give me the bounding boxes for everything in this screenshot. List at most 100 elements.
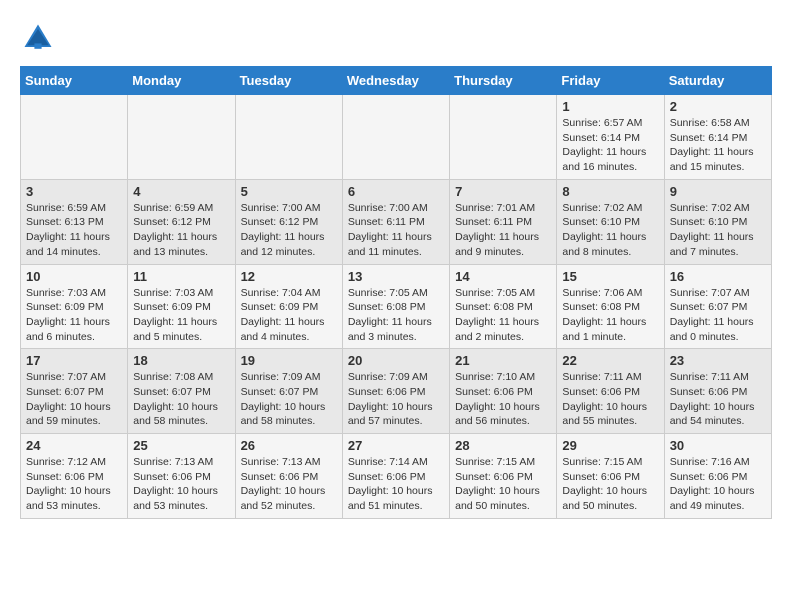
day-number: 6 — [348, 184, 444, 199]
day-number: 9 — [670, 184, 766, 199]
weekday-header-thursday: Thursday — [450, 67, 557, 95]
calendar-day-cell: 6 Sunrise: 7:00 AM Sunset: 6:11 PM Daylig… — [342, 179, 449, 264]
weekday-header-monday: Monday — [128, 67, 235, 95]
day-info: Sunrise: 7:14 AM Sunset: 6:06 PM Dayligh… — [348, 455, 444, 514]
day-number: 25 — [133, 438, 229, 453]
page-header — [20, 20, 772, 56]
weekday-header-saturday: Saturday — [664, 67, 771, 95]
day-number: 8 — [562, 184, 658, 199]
calendar-day-cell: 21Sunrise: 7:10 AM Sunset: 6:06 PM Dayli… — [450, 349, 557, 434]
day-info: Sunrise: 6:59 AM Sunset: 6:12 PM Dayligh… — [133, 201, 229, 260]
calendar-table: SundayMondayTuesdayWednesdayThursdayFrid… — [20, 66, 772, 519]
calendar-day-cell: 12 Sunrise: 7:04 AM Sunset: 6:09 PM Dayli… — [235, 264, 342, 349]
calendar-header-row: SundayMondayTuesdayWednesdayThursdayFrid… — [21, 67, 772, 95]
day-info: Sunrise: 7:06 AM Sunset: 6:08 PM Dayligh… — [562, 286, 658, 345]
day-info: Sunrise: 6:59 AM Sunset: 6:13 PM Dayligh… — [26, 201, 122, 260]
calendar-week-row: 24 Sunrise: 7:12 AM Sunset: 6:06 PM Dayli… — [21, 434, 772, 519]
day-number: 10 — [26, 269, 122, 284]
day-number: 12 — [241, 269, 337, 284]
weekday-header-tuesday: Tuesday — [235, 67, 342, 95]
day-info: Sunrise: 7:03 AM Sunset: 6:09 PM Dayligh… — [26, 286, 122, 345]
day-number: 22 — [562, 353, 658, 368]
calendar-week-row: 17Sunrise: 7:07 AM Sunset: 6:07 PM Dayli… — [21, 349, 772, 434]
day-number: 5 — [241, 184, 337, 199]
calendar-day-cell: 27 Sunrise: 7:14 AM Sunset: 6:06 PM Dayli… — [342, 434, 449, 519]
calendar-day-cell: 18 Sunrise: 7:08 AM Sunset: 6:07 PM Dayli… — [128, 349, 235, 434]
calendar-day-cell: 25 Sunrise: 7:13 AM Sunset: 6:06 PM Dayli… — [128, 434, 235, 519]
calendar-day-cell: 9 Sunrise: 7:02 AM Sunset: 6:10 PM Daylig… — [664, 179, 771, 264]
day-info: Sunrise: 7:10 AM Sunset: 6:06 PM Dayligh… — [455, 370, 551, 429]
day-number: 14 — [455, 269, 551, 284]
day-info: Sunrise: 7:09 AM Sunset: 6:07 PM Dayligh… — [241, 370, 337, 429]
day-number: 16 — [670, 269, 766, 284]
weekday-header-sunday: Sunday — [21, 67, 128, 95]
day-info: Sunrise: 7:07 AM Sunset: 6:07 PM Dayligh… — [670, 286, 766, 345]
day-info: Sunrise: 7:04 AM Sunset: 6:09 PM Dayligh… — [241, 286, 337, 345]
logo-icon — [20, 20, 56, 56]
calendar-week-row: 1 Sunrise: 6:57 AM Sunset: 6:14 PM Daylig… — [21, 95, 772, 180]
weekday-header-friday: Friday — [557, 67, 664, 95]
calendar-day-cell: 15 Sunrise: 7:06 AM Sunset: 6:08 PM Dayli… — [557, 264, 664, 349]
calendar-day-cell: 29Sunrise: 7:15 AM Sunset: 6:06 PM Dayli… — [557, 434, 664, 519]
day-info: Sunrise: 7:07 AM Sunset: 6:07 PM Dayligh… — [26, 370, 122, 429]
calendar-day-cell: 28 Sunrise: 7:15 AM Sunset: 6:06 PM Dayli… — [450, 434, 557, 519]
calendar-day-cell: 7Sunrise: 7:01 AM Sunset: 6:11 PM Daylig… — [450, 179, 557, 264]
day-number: 28 — [455, 438, 551, 453]
day-number: 13 — [348, 269, 444, 284]
calendar-day-cell: 20 Sunrise: 7:09 AM Sunset: 6:06 PM Dayli… — [342, 349, 449, 434]
day-info: Sunrise: 7:02 AM Sunset: 6:10 PM Dayligh… — [670, 201, 766, 260]
day-info: Sunrise: 7:11 AM Sunset: 6:06 PM Dayligh… — [670, 370, 766, 429]
day-info: Sunrise: 6:57 AM Sunset: 6:14 PM Dayligh… — [562, 116, 658, 175]
logo — [20, 20, 60, 56]
day-info: Sunrise: 7:16 AM Sunset: 6:06 PM Dayligh… — [670, 455, 766, 514]
calendar-day-cell: 19 Sunrise: 7:09 AM Sunset: 6:07 PM Dayli… — [235, 349, 342, 434]
calendar-day-cell — [235, 95, 342, 180]
day-number: 30 — [670, 438, 766, 453]
calendar-day-cell: 8 Sunrise: 7:02 AM Sunset: 6:10 PM Daylig… — [557, 179, 664, 264]
calendar-day-cell: 4 Sunrise: 6:59 AM Sunset: 6:12 PM Daylig… — [128, 179, 235, 264]
calendar-day-cell: 10 Sunrise: 7:03 AM Sunset: 6:09 PM Dayli… — [21, 264, 128, 349]
day-number: 24 — [26, 438, 122, 453]
day-info: Sunrise: 7:05 AM Sunset: 6:08 PM Dayligh… — [348, 286, 444, 345]
calendar-day-cell: 16 Sunrise: 7:07 AM Sunset: 6:07 PM Dayli… — [664, 264, 771, 349]
day-info: Sunrise: 7:05 AM Sunset: 6:08 PM Dayligh… — [455, 286, 551, 345]
day-info: Sunrise: 7:00 AM Sunset: 6:11 PM Dayligh… — [348, 201, 444, 260]
calendar-day-cell — [450, 95, 557, 180]
calendar-day-cell: 14 Sunrise: 7:05 AM Sunset: 6:08 PM Dayli… — [450, 264, 557, 349]
calendar-day-cell: 13 Sunrise: 7:05 AM Sunset: 6:08 PM Dayli… — [342, 264, 449, 349]
calendar-day-cell: 26 Sunrise: 7:13 AM Sunset: 6:06 PM Dayli… — [235, 434, 342, 519]
day-number: 20 — [348, 353, 444, 368]
calendar-week-row: 3 Sunrise: 6:59 AM Sunset: 6:13 PM Daylig… — [21, 179, 772, 264]
day-info: Sunrise: 6:58 AM Sunset: 6:14 PM Dayligh… — [670, 116, 766, 175]
day-info: Sunrise: 7:09 AM Sunset: 6:06 PM Dayligh… — [348, 370, 444, 429]
day-number: 3 — [26, 184, 122, 199]
calendar-day-cell: 17Sunrise: 7:07 AM Sunset: 6:07 PM Dayli… — [21, 349, 128, 434]
calendar-day-cell: 2 Sunrise: 6:58 AM Sunset: 6:14 PM Daylig… — [664, 95, 771, 180]
day-info: Sunrise: 7:15 AM Sunset: 6:06 PM Dayligh… — [455, 455, 551, 514]
day-number: 4 — [133, 184, 229, 199]
day-number: 15 — [562, 269, 658, 284]
day-number: 2 — [670, 99, 766, 114]
day-info: Sunrise: 7:13 AM Sunset: 6:06 PM Dayligh… — [241, 455, 337, 514]
day-number: 18 — [133, 353, 229, 368]
day-info: Sunrise: 7:13 AM Sunset: 6:06 PM Dayligh… — [133, 455, 229, 514]
weekday-header-wednesday: Wednesday — [342, 67, 449, 95]
calendar-day-cell: 30 Sunrise: 7:16 AM Sunset: 6:06 PM Dayli… — [664, 434, 771, 519]
calendar-day-cell: 5Sunrise: 7:00 AM Sunset: 6:12 PM Daylig… — [235, 179, 342, 264]
calendar-day-cell: 22Sunrise: 7:11 AM Sunset: 6:06 PM Dayli… — [557, 349, 664, 434]
day-number: 27 — [348, 438, 444, 453]
day-info: Sunrise: 7:15 AM Sunset: 6:06 PM Dayligh… — [562, 455, 658, 514]
day-number: 19 — [241, 353, 337, 368]
calendar-day-cell: 24 Sunrise: 7:12 AM Sunset: 6:06 PM Dayli… — [21, 434, 128, 519]
calendar-day-cell: 3 Sunrise: 6:59 AM Sunset: 6:13 PM Daylig… — [21, 179, 128, 264]
day-info: Sunrise: 7:08 AM Sunset: 6:07 PM Dayligh… — [133, 370, 229, 429]
day-info: Sunrise: 7:01 AM Sunset: 6:11 PM Dayligh… — [455, 201, 551, 260]
day-info: Sunrise: 7:12 AM Sunset: 6:06 PM Dayligh… — [26, 455, 122, 514]
calendar-day-cell: 23Sunrise: 7:11 AM Sunset: 6:06 PM Dayli… — [664, 349, 771, 434]
calendar-day-cell — [21, 95, 128, 180]
calendar-week-row: 10 Sunrise: 7:03 AM Sunset: 6:09 PM Dayli… — [21, 264, 772, 349]
day-number: 1 — [562, 99, 658, 114]
day-info: Sunrise: 7:02 AM Sunset: 6:10 PM Dayligh… — [562, 201, 658, 260]
day-number: 26 — [241, 438, 337, 453]
calendar-day-cell: 11Sunrise: 7:03 AM Sunset: 6:09 PM Dayli… — [128, 264, 235, 349]
